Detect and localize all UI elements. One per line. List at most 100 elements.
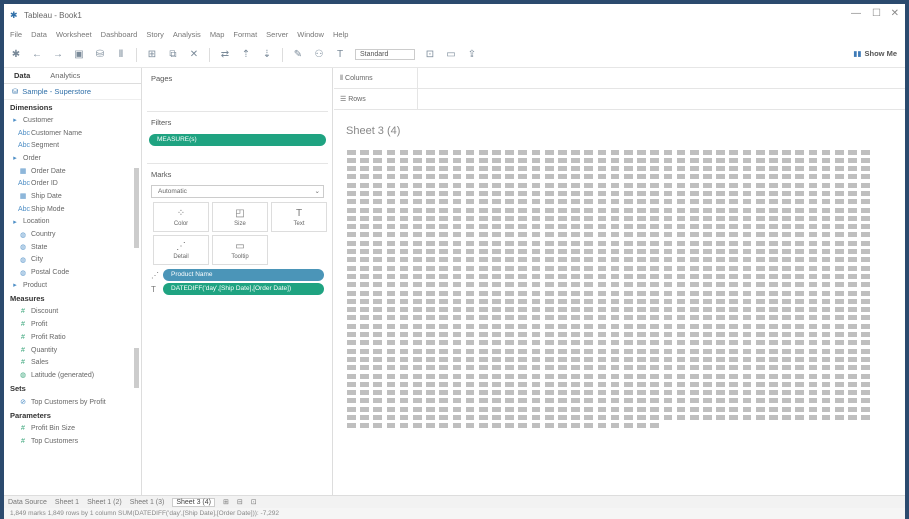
table-cell[interactable] (584, 423, 594, 429)
field-item[interactable]: # Profit (4, 318, 141, 331)
table-cell[interactable] (597, 157, 607, 163)
table-cell[interactable] (558, 182, 567, 188)
table-cell[interactable] (373, 298, 383, 304)
table-cell[interactable] (518, 149, 528, 155)
field-item[interactable]: Abc Customer Name (4, 127, 141, 140)
table-cell[interactable] (782, 390, 791, 396)
table-cell[interactable] (360, 224, 369, 230)
table-cell[interactable] (492, 199, 501, 205)
table-cell[interactable] (518, 282, 528, 288)
table-cell[interactable] (399, 315, 409, 321)
table-cell[interactable] (505, 199, 514, 205)
table-cell[interactable] (808, 157, 818, 163)
table-cell[interactable] (821, 182, 831, 188)
table-cell[interactable] (347, 273, 356, 279)
table-cell[interactable] (808, 240, 818, 246)
table-cell[interactable] (676, 265, 686, 271)
table-cell[interactable] (399, 415, 409, 420)
table-cell[interactable] (386, 182, 396, 188)
table-cell[interactable] (848, 390, 857, 396)
table-cell[interactable] (663, 365, 673, 371)
table-cell[interactable] (834, 232, 844, 238)
filter-pill[interactable]: MEASURE(s) (149, 134, 326, 146)
table-cell[interactable] (558, 298, 567, 304)
table-cell[interactable] (834, 381, 844, 387)
table-cell[interactable] (861, 406, 870, 412)
table-cell[interactable] (755, 348, 765, 354)
table-cell[interactable] (676, 348, 686, 354)
table-cell[interactable] (426, 249, 435, 255)
field-item[interactable]: ◍ Latitude (generated) (4, 369, 141, 382)
table-cell[interactable] (558, 290, 567, 296)
sort-asc-icon[interactable]: ⇡ (240, 49, 252, 60)
table-cell[interactable] (716, 332, 725, 338)
table-cell[interactable] (663, 232, 673, 238)
table-cell[interactable] (597, 282, 607, 288)
table-cell[interactable] (742, 282, 752, 288)
table-cell[interactable] (584, 207, 594, 213)
table-cell[interactable] (426, 315, 435, 321)
table-cell[interactable] (544, 166, 554, 172)
table-cell[interactable] (360, 174, 369, 180)
table-cell[interactable] (439, 265, 448, 271)
table-cell[interactable] (465, 166, 475, 172)
tableau-logo-icon[interactable]: ✱ (10, 49, 22, 60)
table-cell[interactable] (399, 215, 409, 221)
field-item[interactable]: ◍ Country (4, 228, 141, 241)
table-cell[interactable] (386, 356, 396, 362)
table-cell[interactable] (861, 207, 870, 213)
table-cell[interactable] (637, 323, 646, 329)
table-cell[interactable] (742, 315, 752, 321)
table-cell[interactable] (492, 340, 501, 346)
table-cell[interactable] (426, 348, 435, 354)
table-cell[interactable] (386, 273, 396, 279)
table-cell[interactable] (478, 265, 488, 271)
table-cell[interactable] (755, 365, 765, 371)
table-cell[interactable] (360, 315, 369, 321)
table-cell[interactable] (623, 348, 633, 354)
table-cell[interactable] (808, 406, 818, 412)
field-item[interactable]: Abc Order ID (4, 177, 141, 190)
field-item[interactable]: ▸ Order (4, 152, 141, 165)
table-cell[interactable] (650, 232, 659, 238)
field-item[interactable]: # Discount (4, 306, 141, 319)
menu-server[interactable]: Server (266, 30, 288, 39)
table-cell[interactable] (821, 348, 831, 354)
table-cell[interactable] (689, 157, 699, 163)
table-cell[interactable] (584, 323, 594, 329)
table-cell[interactable] (584, 149, 594, 155)
table-cell[interactable] (821, 215, 831, 221)
table-cell[interactable] (676, 307, 686, 313)
table-cell[interactable] (795, 307, 805, 313)
table-cell[interactable] (531, 315, 541, 321)
table-cell[interactable] (558, 199, 567, 205)
table-cell[interactable] (703, 190, 712, 196)
table-cell[interactable] (663, 415, 673, 420)
sheet-tab[interactable]: Sheet 1 (3) (130, 499, 165, 506)
table-cell[interactable] (637, 348, 646, 354)
table-cell[interactable] (373, 157, 383, 163)
table-cell[interactable] (676, 232, 686, 238)
table-cell[interactable] (505, 232, 514, 238)
table-cell[interactable] (373, 415, 383, 420)
table-cell[interactable] (360, 406, 369, 412)
table-cell[interactable] (360, 323, 369, 329)
table-cell[interactable] (571, 332, 580, 338)
redo-icon[interactable]: → (52, 49, 64, 60)
present-icon[interactable]: ▭ (445, 49, 457, 60)
table-cell[interactable] (795, 174, 805, 180)
table-cell[interactable] (439, 174, 448, 180)
table-cell[interactable] (623, 249, 633, 255)
table-cell[interactable] (742, 249, 752, 255)
table-cell[interactable] (426, 232, 435, 238)
table-cell[interactable] (676, 323, 686, 329)
table-cell[interactable] (848, 307, 857, 313)
table-cell[interactable] (716, 182, 725, 188)
table-cell[interactable] (729, 290, 739, 296)
table-cell[interactable] (610, 315, 620, 321)
table-cell[interactable] (610, 332, 620, 338)
table-cell[interactable] (558, 174, 567, 180)
table-cell[interactable] (808, 207, 818, 213)
table-cell[interactable] (755, 298, 765, 304)
table-cell[interactable] (399, 182, 409, 188)
